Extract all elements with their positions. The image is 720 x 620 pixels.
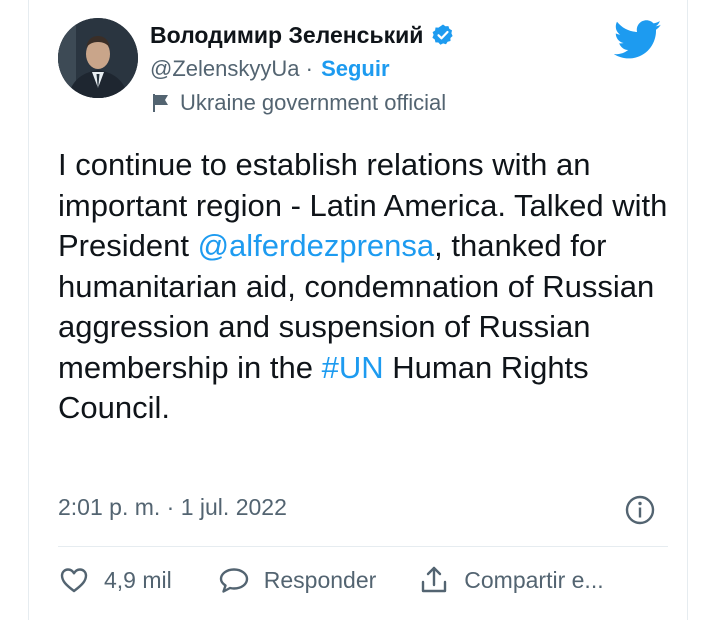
flag-icon <box>153 94 168 112</box>
mention-link[interactable]: @alferdezprensa <box>198 228 435 263</box>
tweet-text: I continue to establish relations with a… <box>58 145 668 429</box>
verified-badge-icon <box>432 24 453 45</box>
author-handle[interactable]: @ZelenskyyUa <box>150 56 300 82</box>
like-button[interactable]: 4,9 mil <box>58 564 172 596</box>
handle-row: @ZelenskyyUa · Seguir <box>150 56 390 82</box>
twitter-bird-icon[interactable] <box>614 20 662 60</box>
reply-bubble-icon <box>219 568 248 593</box>
handle-separator: · <box>299 56 320 81</box>
share-button[interactable]: Compartir e... <box>418 564 604 596</box>
author-name[interactable]: Володимир Зеленський <box>150 22 423 49</box>
share-label: Compartir e... <box>464 566 604 593</box>
account-label-row: Ukraine government official <box>150 90 446 116</box>
follow-button[interactable]: Seguir <box>321 56 389 82</box>
likes-count: 4,9 mil <box>104 566 172 593</box>
divider <box>58 546 668 547</box>
reply-button[interactable]: Responder <box>218 564 377 596</box>
author-name-row: Володимир Зеленський <box>150 18 455 52</box>
tweet-timestamp[interactable]: 2:01 p. m. · 1 jul. 2022 <box>58 494 287 521</box>
avatar[interactable] <box>58 18 138 98</box>
info-icon[interactable] <box>624 494 656 526</box>
reply-label: Responder <box>263 566 377 593</box>
account-label: Ukraine government official <box>180 90 447 115</box>
share-icon <box>422 566 447 593</box>
heart-icon <box>60 568 88 593</box>
hashtag-link[interactable]: #UN <box>322 350 384 385</box>
action-bar: 4,9 mil Responder Compartir e... <box>58 562 604 598</box>
avatar-image <box>58 18 138 98</box>
